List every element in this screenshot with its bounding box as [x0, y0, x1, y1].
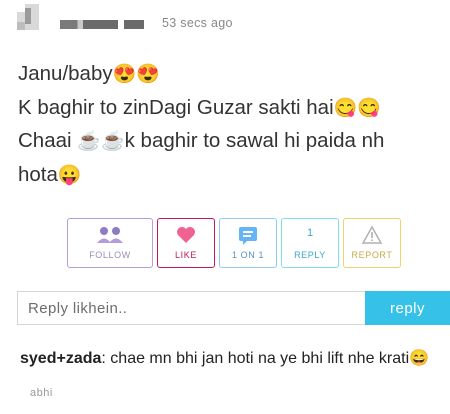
post-header: 53 secs ago — [0, 0, 450, 40]
message-line-4: hota😛 — [18, 162, 82, 186]
like-button[interactable]: LIKE — [157, 218, 215, 268]
heart-eyes-emoji: 😍 — [136, 64, 160, 85]
one-on-one-button[interactable]: 1 ON 1 — [219, 218, 277, 268]
one-on-one-label: 1 ON 1 — [231, 250, 265, 260]
message-line-2: K baghir to zinDagi Guzar sakti hai😋😋 — [18, 95, 381, 119]
comment-timestamp: abhi — [30, 387, 53, 399]
coffee-emoji: ☕ — [100, 131, 125, 152]
yum-emoji: 😋 — [333, 97, 358, 119]
like-label: LIKE — [175, 250, 197, 260]
username-redacted[interactable] — [60, 20, 118, 29]
avatar[interactable] — [17, 4, 39, 30]
tongue-emoji: 😛 — [57, 164, 82, 186]
follow-button[interactable]: FOLLOW — [67, 218, 153, 268]
chat-icon — [220, 225, 276, 247]
heart-eyes-emoji: 😍 — [112, 64, 137, 85]
follow-icon — [68, 225, 152, 247]
warning-icon — [344, 225, 400, 247]
post-message: Janu/baby😍😍 K baghir to zinDagi Guzar sa… — [18, 58, 438, 192]
reply-count-button[interactable]: 1 REPLY — [281, 218, 339, 268]
username-redacted-2 — [124, 20, 144, 29]
coffee-emoji: ☕ — [77, 131, 101, 152]
report-label: REPORT — [351, 250, 393, 260]
grin-emoji: 😄 — [409, 350, 430, 367]
follow-label: FOLLOW — [89, 250, 131, 260]
comment-item: syed+zada: chae mn bhi jan hoti na ye bh… — [20, 342, 445, 410]
reply-count: 1 — [306, 227, 314, 239]
reply-form: reply — [17, 291, 450, 325]
comment-text: chae mn bhi jan hoti na ye bhi lift nhe … — [105, 350, 410, 367]
message-line-3: Chaai ☕☕k baghir to sawal hi paida nh — [18, 129, 385, 152]
reply-submit-button[interactable]: reply — [365, 291, 450, 325]
heart-icon — [158, 225, 214, 247]
reply-label: REPLY — [294, 250, 326, 260]
comment-author[interactable]: syed+zada — [20, 350, 101, 367]
message-line-1: Janu/baby😍😍 — [18, 62, 160, 85]
report-button[interactable]: REPORT — [343, 218, 401, 268]
reply-input[interactable] — [17, 291, 365, 325]
post-timestamp: 53 secs ago — [162, 16, 233, 30]
yum-emoji: 😋 — [357, 97, 381, 119]
